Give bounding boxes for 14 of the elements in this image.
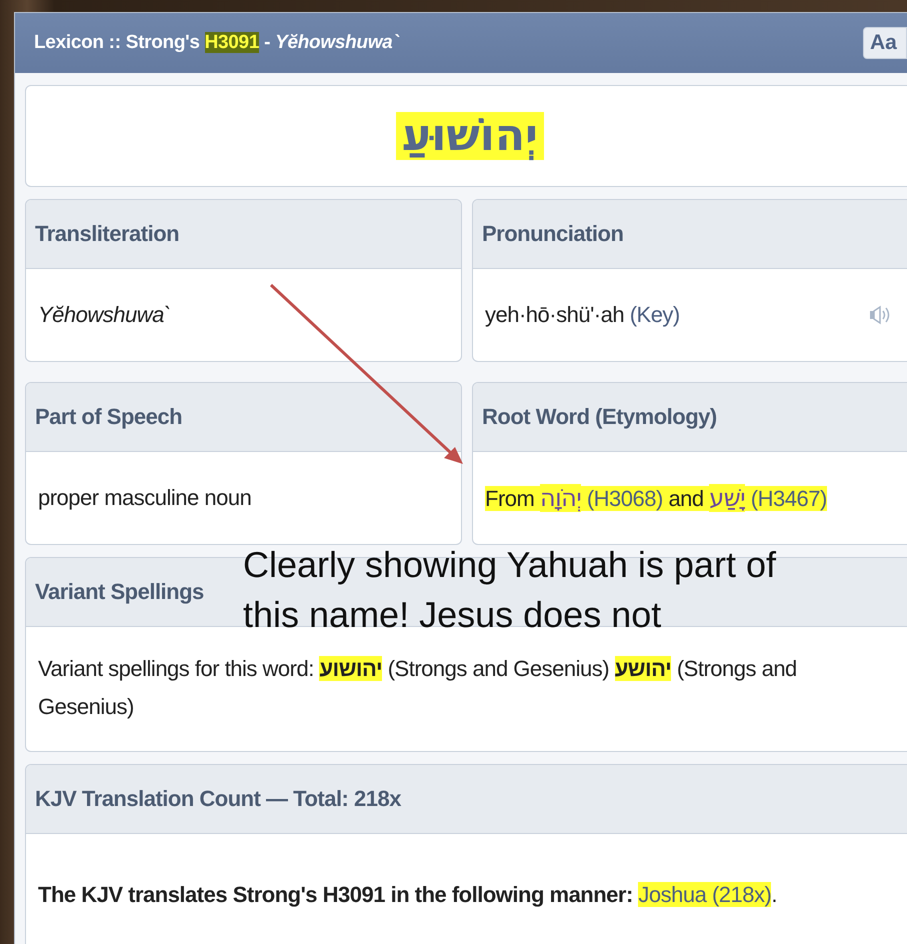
font-size-button[interactable]: Aa (863, 27, 907, 59)
annotation-text: Clearly showing Yahuah is part of this name! Jesus does not (243, 543, 776, 637)
speaker-icon[interactable] (869, 305, 891, 325)
card-value: proper masculine noun (38, 484, 252, 512)
lexicon-title: Lexicon :: Strong's H3091 - Yĕhowshuwa` (34, 32, 398, 54)
card-value: Yĕhowshuwa` (38, 300, 171, 329)
card-heading: Part of Speech (26, 383, 461, 452)
card-value: yeh·hō·shü'·ah (Key) (485, 300, 680, 329)
hebrew-headword: יְהוֹשׁוּעַ (396, 112, 544, 160)
card-heading: Root Word (Etymology) (473, 383, 907, 452)
card-heading: Pronunciation (473, 200, 907, 269)
section-text: The KJV translates Strong's H3091 in the following manner: Joshua (218x). (38, 880, 777, 909)
section-heading: KJV Translation Count — Total: 218x (26, 765, 907, 834)
card-heading: Transliteration (26, 200, 461, 269)
